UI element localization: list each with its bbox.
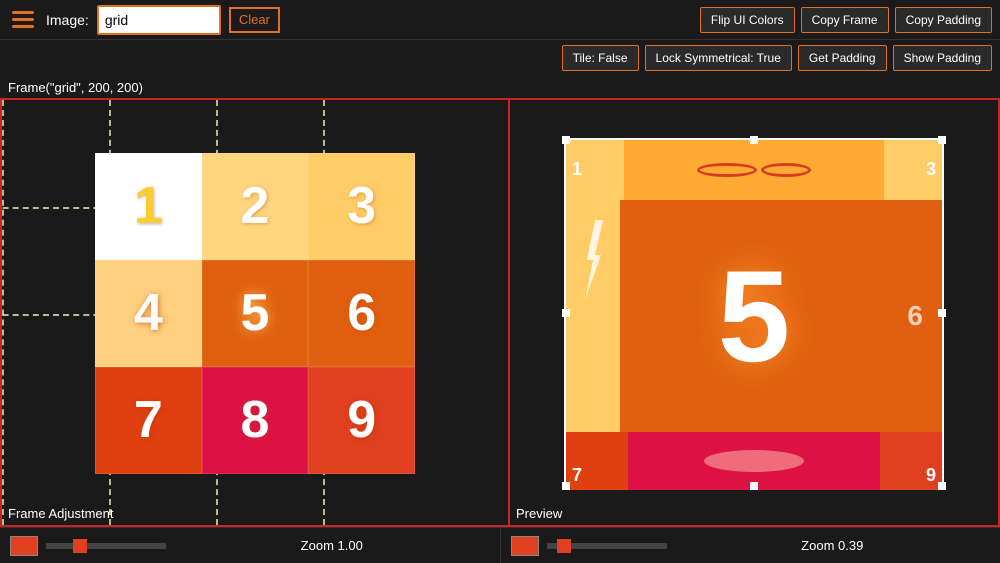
preview-num-1: 1 (572, 159, 582, 180)
preview-cell-9: 9 (880, 432, 942, 490)
right-color-swatch[interactable] (511, 536, 539, 556)
frame-sq-tc (750, 136, 758, 144)
preview-num-6: 6 (907, 300, 923, 332)
grid-row-2: 4 5 6 (95, 260, 415, 367)
second-row: Tile: False Lock Symmetrical: True Get P… (0, 40, 1000, 76)
grid-cell-3: 3 (308, 153, 415, 260)
show-padding-button[interactable]: Show Padding (893, 45, 992, 71)
top-bar: Image: Clear Flip UI Colors Copy Frame C… (0, 0, 1000, 40)
preview-cell-1: 1 (566, 140, 624, 200)
right-zoom-label: Zoom 0.39 (675, 538, 991, 553)
lock-symmetrical-button[interactable]: Lock Symmetrical: True (645, 45, 792, 71)
image-label: Image: (46, 12, 89, 28)
grid-container: 1 2 3 4 5 6 7 8 9 (95, 153, 415, 473)
image-input-wrapper (97, 5, 221, 35)
preview-cell-6: 6 (888, 200, 942, 432)
preview-num-5: 5 (718, 241, 790, 391)
preview-cell-2 (624, 140, 884, 200)
frame-info-text: Frame("grid", 200, 200) (8, 80, 143, 95)
oval-decoration (704, 450, 804, 472)
grid-cell-8: 8 (202, 367, 309, 474)
preview-cell-7: 7 (566, 432, 628, 490)
tile-false-button[interactable]: Tile: False (562, 45, 639, 71)
grid-cell-5: 5 (202, 260, 309, 367)
grid-row-3: 7 8 9 (95, 367, 415, 474)
left-panel: 1 2 3 4 5 6 7 8 9 Frame Adjustment (0, 98, 510, 527)
grid-cell-1: 1 (95, 153, 202, 260)
preview-mid-row: 5 6 (566, 200, 942, 432)
grid-cell-6: 6 (308, 260, 415, 367)
spiral-left (697, 163, 757, 177)
preview-num-7: 7 (572, 465, 582, 486)
frame-sq-mr (938, 309, 946, 317)
preview-num-3: 3 (926, 159, 936, 180)
bottom-bar: Zoom 1.00 Zoom 0.39 (0, 527, 1000, 563)
left-zoom-label: Zoom 1.00 (174, 538, 490, 553)
grid-area: 1 2 3 4 5 6 7 8 9 (2, 100, 508, 525)
bottom-right: Zoom 0.39 (501, 528, 1000, 563)
get-padding-button[interactable]: Get Padding (798, 45, 887, 71)
frame-sq-br (938, 482, 946, 490)
right-panel: 1 3 (510, 98, 1000, 527)
grid-cell-9: 9 (308, 367, 415, 474)
preview-top-row: 1 3 (566, 140, 942, 200)
bottom-left: Zoom 1.00 (0, 528, 501, 563)
right-zoom-slider[interactable] (547, 543, 667, 549)
preview-cell-3: 3 (884, 140, 942, 200)
grid-cell-4: 4 (95, 260, 202, 367)
top-right-buttons: Flip UI Colors Copy Frame Copy Padding (700, 7, 992, 33)
lightning-icon (583, 220, 603, 300)
copy-frame-button[interactable]: Copy Frame (801, 7, 889, 33)
clear-button[interactable]: Clear (229, 7, 280, 33)
left-zoom-slider[interactable] (46, 543, 166, 549)
spiral-right (761, 163, 811, 177)
frame-sq-ml (562, 309, 570, 317)
image-input[interactable] (99, 7, 219, 33)
preview-area: 1 3 (510, 100, 998, 525)
left-color-swatch[interactable] (10, 536, 38, 556)
preview-cell-4 (566, 200, 620, 432)
hamburger-menu[interactable] (8, 7, 38, 32)
grid-cell-2: 2 (202, 153, 309, 260)
frame-sq-tr (938, 136, 946, 144)
preview-num-9: 9 (926, 465, 936, 486)
main-area: 1 2 3 4 5 6 7 8 9 Frame Adjustment (0, 98, 1000, 527)
frame-sq-bl (562, 482, 570, 490)
frame-sq-tl (562, 136, 570, 144)
frame-sq-bc (750, 482, 758, 490)
preview-frame: 1 3 (564, 138, 944, 488)
grid-row-1: 1 2 3 (95, 153, 415, 260)
copy-padding-button[interactable]: Copy Padding (895, 7, 992, 33)
flip-ui-button[interactable]: Flip UI Colors (700, 7, 795, 33)
frame-info: Frame("grid", 200, 200) (0, 76, 1000, 98)
preview-cell-5: 5 (620, 200, 889, 432)
v-line-left-ext (2, 100, 4, 525)
grid-cell-7: 7 (95, 367, 202, 474)
